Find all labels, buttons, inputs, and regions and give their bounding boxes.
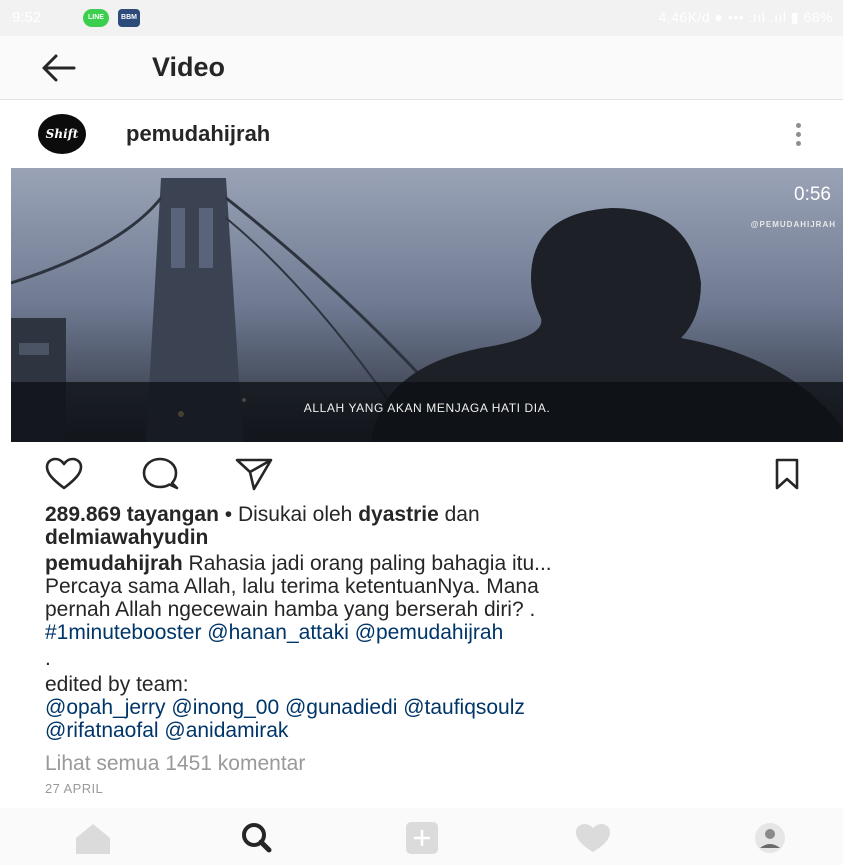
caption-line: pemudahijrah Rahasia jadi orang paling b… [45, 552, 825, 575]
heart-icon[interactable] [568, 818, 618, 858]
home-icon[interactable] [68, 818, 118, 858]
post-username[interactable]: pemudahijrah [126, 121, 270, 147]
back-arrow-icon[interactable] [38, 50, 78, 86]
avatar[interactable]: Shift [38, 114, 86, 154]
page-title: Video [152, 52, 226, 82]
edited-by-text: edited by team: [45, 673, 189, 696]
post-actions [0, 452, 843, 496]
liked-and: dan [444, 503, 480, 526]
post-header: Shift pemudahijrah [0, 101, 843, 167]
more-options-icon[interactable] [786, 121, 810, 153]
profile-avatar[interactable] [748, 818, 798, 858]
app-bar: Video [0, 36, 843, 100]
video-watermark: @PEMUDAHIJRAH [750, 220, 836, 229]
view-count[interactable]: 289.869 tayangan [45, 503, 219, 526]
post-date: 27 APRIL [45, 781, 104, 796]
status-time: 9:52 [12, 9, 42, 26]
caption-username[interactable]: pemudahijrah [45, 552, 183, 575]
bottom-navigation [0, 808, 843, 865]
post-meta: 289.869 tayangan • Disukai oleh dyastrie… [45, 503, 825, 800]
search-icon[interactable] [232, 818, 282, 858]
status-bar: 9:52 LINE BBM 4,46K/d ● ••• .ııl .ııl ▮ … [0, 0, 843, 36]
caption-dot: . [45, 647, 51, 670]
view-all-comments-link[interactable]: Lihat semua 1451 komentar [45, 752, 825, 775]
likes-line-2: delmiawahyudin [45, 526, 825, 549]
liked-user-link[interactable]: dyastrie [358, 503, 439, 526]
likes-line: 289.869 tayangan • Disukai oleh dyastrie… [45, 503, 825, 526]
like-heart-icon[interactable] [44, 456, 84, 492]
liked-user-link-2[interactable]: delmiawahyudin [45, 526, 208, 549]
status-indicators: 4,46K/d ● ••• .ııl .ııl ▮ 68% [658, 9, 833, 25]
video-duration: 0:56 [794, 184, 831, 205]
mentions-line-2[interactable]: @rifatnaofal @anidamirak [45, 719, 825, 742]
bbm-app-icon: BBM [118, 9, 140, 27]
line-app-icon: LINE [83, 9, 109, 27]
video-subtitle: ALLAH YANG AKAN MENJAGA HATI DIA. [303, 401, 551, 415]
mentions-line-1[interactable]: @opah_jerry @inong_00 @gunadiedi @taufiq… [45, 696, 825, 719]
video-player[interactable]: ALLAH YANG AKAN MENJAGA HATI DIA. 0:56 @… [11, 168, 843, 442]
caption-text-1: Rahasia jadi orang paling bahagia itu... [188, 552, 552, 575]
liked-prefix: • Disukai oleh [224, 503, 353, 526]
bookmark-icon[interactable] [772, 456, 802, 492]
caption-text-2: Percaya sama Allah, lalu terima ketentua… [45, 575, 539, 598]
share-send-icon[interactable] [234, 456, 274, 492]
add-icon[interactable] [402, 818, 452, 858]
caption-hashtags[interactable]: #1minutebooster @hanan_attaki @pemudahij… [45, 621, 825, 644]
caption-text-3: pernah Allah ngecewain hamba yang berser… [45, 598, 536, 621]
comment-icon[interactable] [140, 456, 180, 492]
